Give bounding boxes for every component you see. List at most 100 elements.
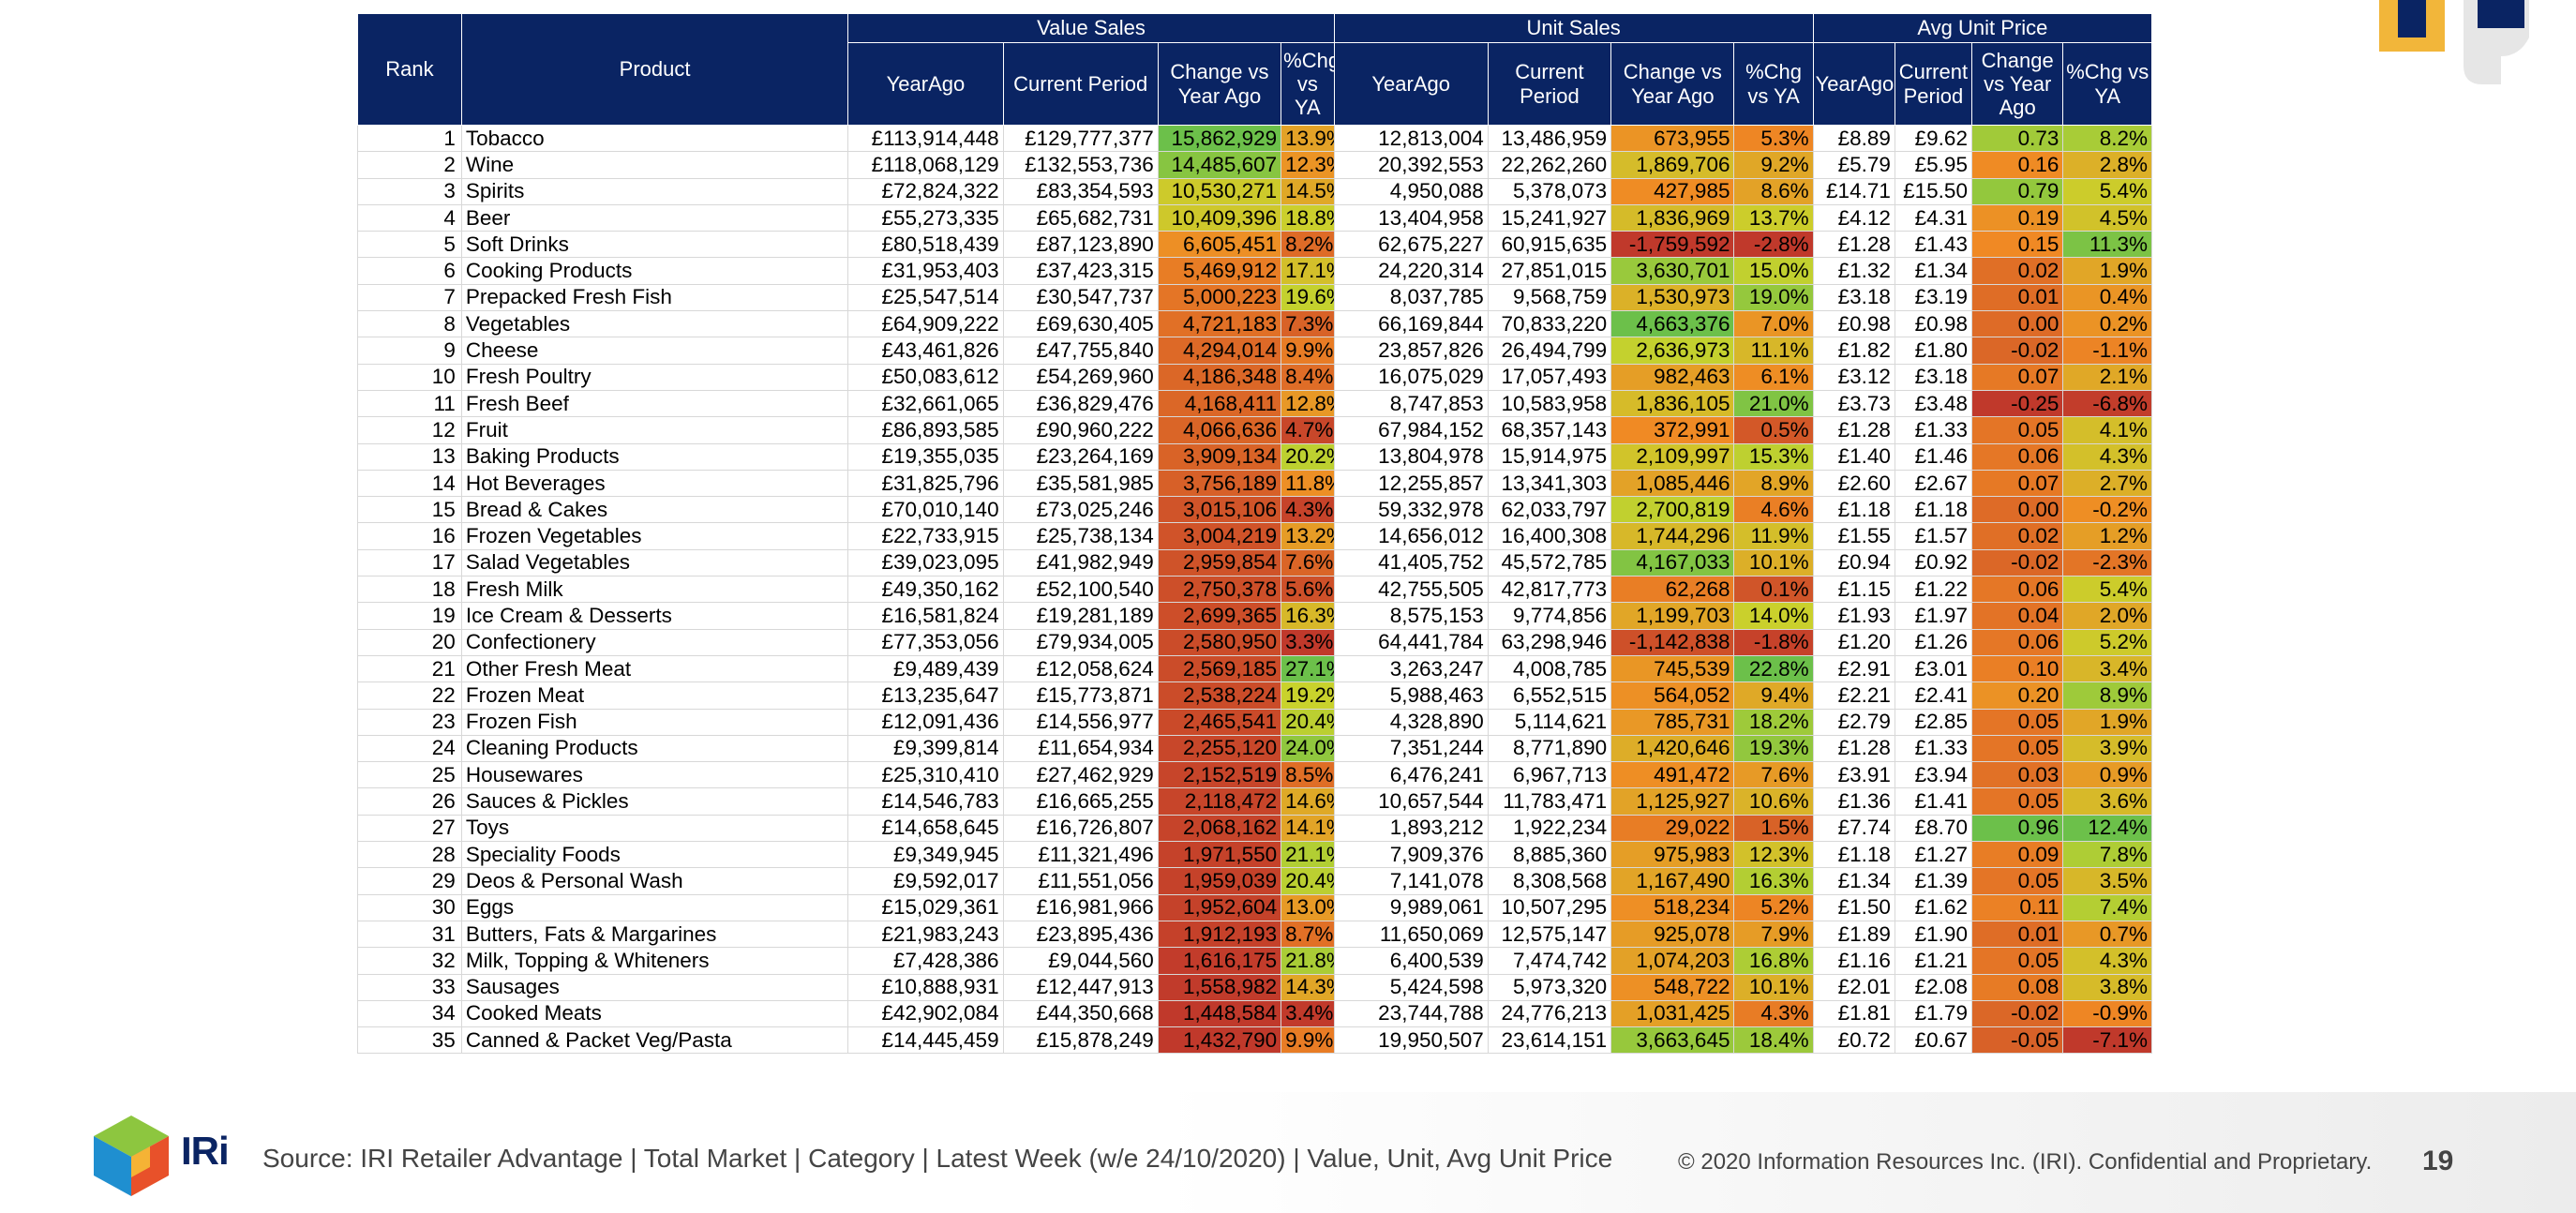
unit-ya-cell: 20,392,553 (1333, 151, 1489, 179)
value-ya-cell: £49,350,162 (847, 576, 1004, 604)
product-cell: Cheese (460, 337, 849, 365)
source-note: Source: IRI Retailer Advantage | Total M… (262, 1144, 1613, 1173)
value-ya-cell: £22,733,915 (847, 522, 1004, 550)
value-current-cell: £132,553,736 (1002, 151, 1159, 179)
price-pct-cell: 5.4% (2062, 177, 2152, 205)
table-row: 20 Confectionery £77,353,056 £79,934,005 2,5… (357, 628, 2152, 656)
table-row: 13 Baking Products £19,355,035 £23,264,169 3… (357, 442, 2152, 471)
product-cell: Milk, Topping & Whiteners (460, 947, 849, 975)
value-pct-cell: 8.7% (1281, 920, 1335, 949)
price-ya-cell: £2.01 (1812, 973, 1895, 1001)
product-cell: Cooking Products (460, 257, 849, 285)
product-cell: Salad Vegetables (460, 548, 849, 577)
price-current-cell: £1.43 (1894, 231, 1972, 259)
value-change-cell: 2,118,472 (1157, 787, 1282, 816)
price-current-cell: £9.62 (1894, 124, 1972, 153)
value-ya-cell: £9,399,814 (847, 734, 1004, 763)
unit-current-cell: 15,241,927 (1487, 203, 1612, 232)
unit-change-cell: -1,142,838 (1610, 628, 1735, 656)
value-pct-cell: 4.7% (1281, 416, 1335, 444)
unit-ya-cell: 24,220,314 (1333, 257, 1489, 285)
value-current-cell: £23,895,436 (1002, 920, 1159, 949)
unit-change-cell: 1,869,706 (1610, 151, 1735, 179)
product-cell: Wine (460, 151, 849, 179)
value-change-cell: 2,699,365 (1157, 602, 1282, 630)
unit-ya-cell: 66,169,844 (1333, 310, 1489, 338)
table-row: 18 Fresh Milk £49,350,162 £52,100,540 2,750,… (357, 576, 2152, 604)
table-row: 12 Fruit £86,893,585 £90,960,222 4,066,636 4.… (357, 416, 2152, 444)
value-ya-cell: £31,953,403 (847, 257, 1004, 285)
table-row: 31 Butters, Fats & Margarines £21,983,243 £… (357, 920, 2152, 949)
price-current-cell: £1.39 (1894, 867, 1972, 895)
value-change-cell: 3,756,189 (1157, 469, 1282, 498)
price-change-cell: -0.05 (1970, 1026, 2064, 1055)
product-cell: Bread & Cakes (460, 496, 849, 524)
price-ya-cell: £1.34 (1812, 867, 1895, 895)
price-change-cell: 0.06 (1970, 576, 2064, 604)
value-ya-cell: £16,581,824 (847, 602, 1004, 630)
price-ya-cell: £1.20 (1812, 628, 1895, 656)
table-row: 5 Soft Drinks £80,518,439 £87,123,890 6,605,… (357, 231, 2152, 259)
price-pct-cell: 0.9% (2062, 761, 2152, 789)
price-ya-cell: £4.12 (1812, 203, 1895, 232)
unit-pct-cell: 19.0% (1733, 283, 1814, 312)
value-current-cell: £25,738,134 (1002, 522, 1159, 550)
value-pct-cell: 18.8% (1281, 203, 1335, 232)
price-pct-cell: 0.4% (2062, 283, 2152, 312)
unit-current-cell: 1,922,234 (1487, 814, 1612, 843)
unit-pct-cell: 9.4% (1733, 681, 1814, 710)
value-pct-cell: 9.9% (1281, 337, 1335, 365)
price-current-cell: £5.95 (1894, 151, 1972, 179)
value-ya-cell: £13,235,647 (847, 681, 1004, 710)
unit-ya-cell: 23,744,788 (1333, 999, 1489, 1028)
price-pct-cell: 4.5% (2062, 203, 2152, 232)
unit-pct-cell: 16.3% (1733, 867, 1814, 895)
table-row: 17 Salad Vegetables £39,023,095 £41,982,949… (357, 548, 2152, 577)
value-pct-cell: 21.8% (1281, 947, 1335, 975)
value-change-cell: 4,066,636 (1157, 416, 1282, 444)
brand-name: IRi (181, 1129, 230, 1173)
unit-change-cell: 1,530,973 (1610, 283, 1735, 312)
value-pct-cell: 13.2% (1281, 522, 1335, 550)
col-header: Change vs Year Ago (1610, 42, 1735, 126)
value-ya-cell: £72,824,322 (847, 177, 1004, 205)
price-ya-cell: £1.18 (1812, 496, 1895, 524)
unit-ya-cell: 6,400,539 (1333, 947, 1489, 975)
unit-current-cell: 13,486,959 (1487, 124, 1612, 153)
price-current-cell: £1.80 (1894, 337, 1972, 365)
product-cell: Sauces & Pickles (460, 787, 849, 816)
table-row: 34 Cooked Meats £42,902,084 £44,350,668 1,44… (357, 999, 2152, 1028)
unit-pct-cell: -1.8% (1733, 628, 1814, 656)
price-ya-cell: £2.79 (1812, 708, 1895, 736)
price-current-cell: £2.41 (1894, 681, 1972, 710)
price-ya-cell: £1.55 (1812, 522, 1895, 550)
price-ya-cell: £1.28 (1812, 231, 1895, 259)
unit-ya-cell: 12,255,857 (1333, 469, 1489, 498)
value-ya-cell: £19,355,035 (847, 442, 1004, 471)
price-ya-cell: £1.50 (1812, 893, 1895, 921)
price-change-cell: -0.02 (1970, 999, 2064, 1028)
value-ya-cell: £25,547,514 (847, 283, 1004, 312)
value-current-cell: £15,773,871 (1002, 681, 1159, 710)
table-row: 7 Prepacked Fresh Fish £25,547,514 £30,547,… (357, 283, 2152, 312)
price-change-cell: 0.07 (1970, 469, 2064, 498)
price-pct-cell: 4.3% (2062, 442, 2152, 471)
unit-pct-cell: 8.6% (1733, 177, 1814, 205)
value-ya-cell: £43,461,826 (847, 337, 1004, 365)
table-row: 8 Vegetables £64,909,222 £69,630,405 4,721,1… (357, 310, 2152, 338)
value-current-cell: £9,044,560 (1002, 947, 1159, 975)
price-pct-cell: 8.2% (2062, 124, 2152, 153)
price-change-cell: 0.05 (1970, 787, 2064, 816)
unit-current-cell: 45,572,785 (1487, 548, 1612, 577)
price-current-cell: £1.33 (1894, 734, 1972, 763)
price-change-cell: -0.02 (1970, 548, 2064, 577)
table-row: 32 Milk, Topping & Whiteners £7,428,386 £9,… (357, 947, 2152, 975)
price-pct-cell: 3.5% (2062, 867, 2152, 895)
value-ya-cell: £50,083,612 (847, 363, 1004, 391)
unit-change-cell: 4,167,033 (1610, 548, 1735, 577)
unit-pct-cell: 0.5% (1733, 416, 1814, 444)
price-pct-cell: -0.9% (2062, 999, 2152, 1028)
unit-change-cell: 548,722 (1610, 973, 1735, 1001)
price-current-cell: £0.92 (1894, 548, 1972, 577)
product-cell: Eggs (460, 893, 849, 921)
